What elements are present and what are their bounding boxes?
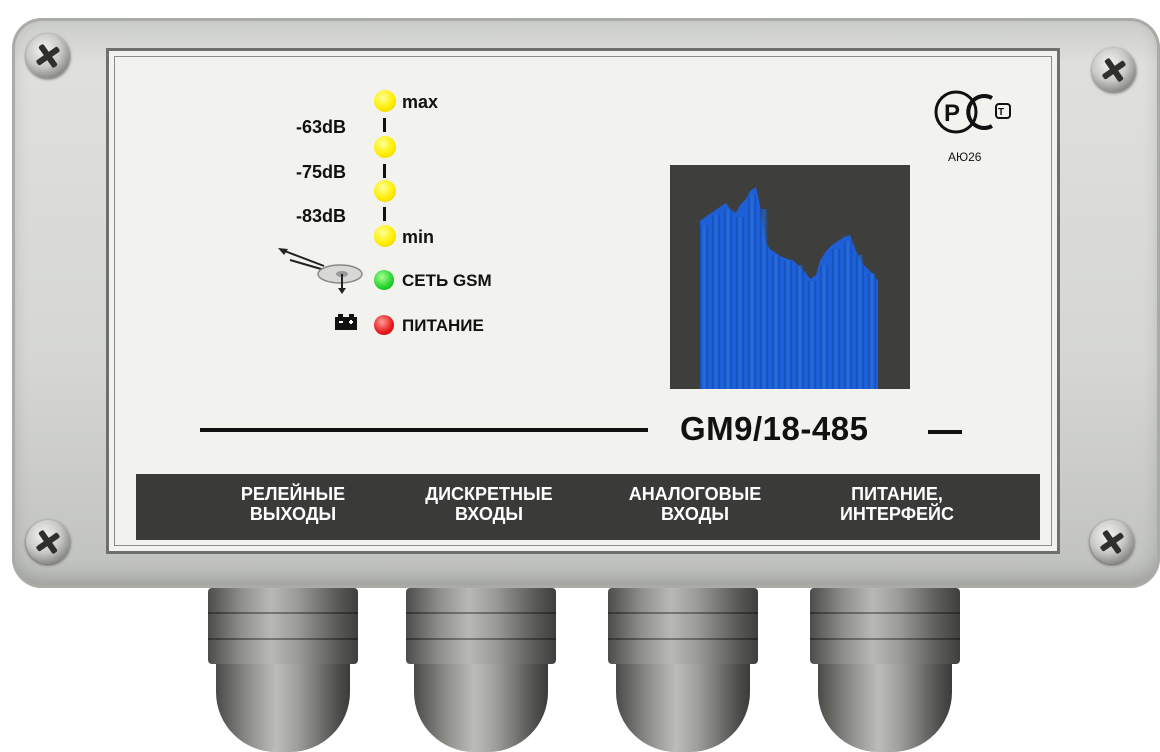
level-tick: [383, 207, 386, 221]
power-label: ПИТАНИЕ: [402, 316, 484, 335]
signal-spectrum-graphic: [700, 187, 878, 389]
antenna-icon: [278, 248, 363, 294]
screw-icon: [1090, 520, 1134, 564]
screw-icon: [1092, 48, 1136, 92]
pct-cert-icon: P T: [934, 90, 1011, 134]
connector-label-analog-inputs: АНАЛОГОВЫЕ ВХОДЫ: [628, 484, 762, 524]
svg-text:P: P: [944, 100, 960, 127]
gsm-status-led: [374, 270, 394, 290]
db-label: -63dB: [296, 117, 347, 137]
gsm-label: СЕТЬ GSM: [402, 271, 492, 290]
db-label: -75dB: [296, 162, 347, 182]
signal-graph-window: [670, 165, 910, 389]
battery-icon: [335, 314, 357, 330]
cable-gland: [406, 588, 556, 752]
db-label: -83dB: [296, 206, 347, 226]
cable-gland: [810, 588, 960, 752]
model-divider-line: [200, 428, 648, 432]
connector-label-power-interface: ПИТАНИЕ, ИНТЕРФЕЙС: [839, 484, 954, 524]
min-label: min: [402, 227, 435, 247]
model-name: GM9/18-485: [680, 410, 869, 447]
cable-gland: [608, 588, 758, 752]
screw-icon: [26, 34, 70, 78]
screw-icon: [26, 520, 70, 564]
level-tick: [383, 164, 386, 178]
connector-label-relay-outputs: РЕЛЕЙНЫЕ ВЫХОДЫ: [240, 484, 346, 524]
connector-label-discrete-inputs: ДИСКРЕТНЫЕ ВХОДЫ: [425, 484, 553, 524]
svg-text:T: T: [998, 107, 1004, 118]
max-label: max: [402, 92, 439, 112]
cert-mark-text: АЮ26: [948, 150, 982, 164]
signal-led: [374, 136, 396, 158]
signal-led-min: [374, 225, 396, 247]
power-status-led: [374, 315, 394, 335]
level-tick: [383, 118, 386, 132]
connector-label-strip: РЕЛЕЙНЫЕ ВЫХОДЫ ДИСКРЕТНЫЕ ВХОДЫ АНАЛОГОВЫ…: [136, 474, 1040, 540]
signal-led: [374, 180, 396, 202]
signal-led-max: [374, 90, 396, 112]
model-divider-dash: [928, 430, 962, 434]
cable-gland: [208, 588, 358, 752]
